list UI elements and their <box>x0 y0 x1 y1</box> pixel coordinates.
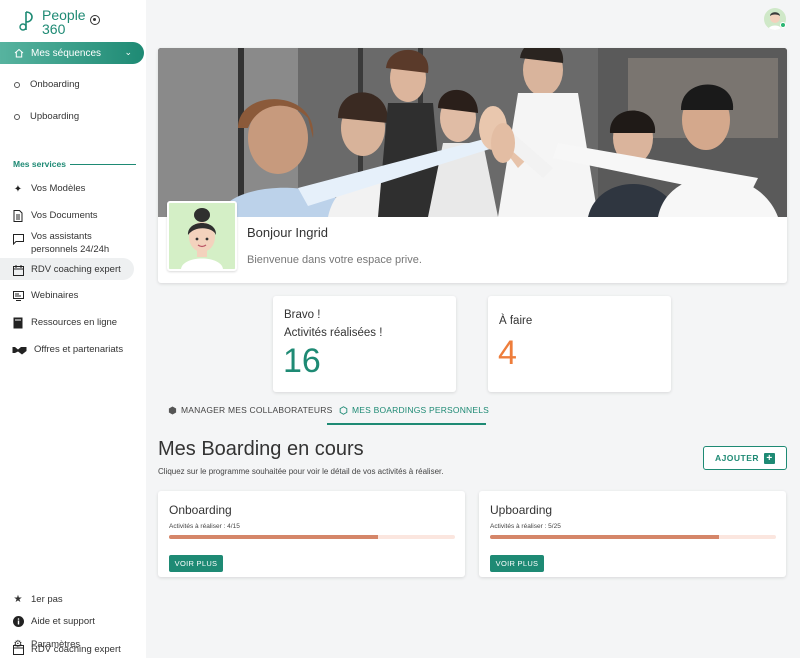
nav-sub-onboarding-label: Onboarding <box>30 79 80 90</box>
circle-icon <box>14 81 20 88</box>
hexagon-icon <box>168 405 177 415</box>
progress-bar <box>490 535 776 539</box>
section-mes-services: Mes services <box>13 159 66 169</box>
card-title: Onboarding <box>169 503 232 517</box>
nav-aide-support[interactable]: Aide et support <box>12 615 95 627</box>
nav-mes-sequences[interactable]: Mes séquences ⌄ <box>0 42 144 64</box>
nav-offres-label: Offres et partenariats <box>34 344 124 355</box>
add-button[interactable]: AJOUTER + <box>703 446 787 470</box>
nav-vos-modeles-label: Vos Modèles <box>31 183 86 194</box>
handshake-icon <box>12 344 27 356</box>
stat-completed-value: 16 <box>283 342 321 380</box>
nav-aide-support-label: Aide et support <box>31 615 95 627</box>
hero-card: Bonjour Ingrid Bienvenue dans votre espa… <box>158 48 787 283</box>
brand-logo[interactable]: People 360 <box>18 8 86 36</box>
brand-line1: People <box>42 7 86 23</box>
nav-rdv-coaching-bottom-label: RDV coaching expert <box>31 643 121 655</box>
chevron-down-icon: ⌄ <box>124 47 132 57</box>
sidebar: People 360 Mes séquences ⌄ Onboarding Up… <box>0 0 146 658</box>
eye-icon <box>90 15 100 25</box>
circle-icon <box>14 113 20 120</box>
tab-boardings-label: MES BOARDINGS PERSONNELS <box>352 405 490 415</box>
nav-ressources-label: Ressources en ligne <box>31 317 118 328</box>
stat-card-todo: À faire 4 <box>488 296 671 392</box>
nav-mes-sequences-label: Mes séquences <box>31 47 102 59</box>
home-icon <box>14 48 24 58</box>
nav-sub-upboarding[interactable]: Upboarding <box>14 111 79 122</box>
card-title: Upboarding <box>490 503 553 517</box>
nav-sub-onboarding[interactable]: Onboarding <box>14 79 80 90</box>
book-icon <box>12 317 24 329</box>
nav-premier-pas[interactable]: ★ 1er pas <box>12 593 63 605</box>
section-subtitle: Cliquez sur le programme souhaitée pour … <box>158 467 444 476</box>
active-tab-indicator <box>327 423 486 425</box>
section-divider <box>70 164 136 165</box>
progress-fill <box>490 535 719 539</box>
nav-offres[interactable]: Offres et partenariats <box>12 344 123 356</box>
add-button-label: AJOUTER <box>714 453 760 463</box>
brand-line2: 360 <box>42 21 66 37</box>
document-icon <box>12 210 24 222</box>
calendar-icon <box>12 264 24 276</box>
star-icon: ★ <box>13 593 23 605</box>
chat-icon <box>12 233 24 245</box>
profile-picture[interactable] <box>167 201 237 271</box>
info-icon <box>12 615 24 627</box>
stat-todo-value: 4 <box>498 334 517 372</box>
nav-vos-assistants[interactable]: Vos assistants personnels 24/24h <box>12 231 132 256</box>
voir-plus-button[interactable]: VOIR PLUS <box>169 555 223 572</box>
nav-vos-documents[interactable]: Vos Documents <box>12 210 98 222</box>
nav-webinaires-label: Webinaires <box>31 290 79 301</box>
progress-bar <box>169 535 455 539</box>
tab-manager-collaborateurs[interactable]: MANAGER MES COLLABORATEURS <box>168 405 332 415</box>
nav-rdv-coaching[interactable]: RDV coaching expert <box>12 264 121 276</box>
stat-completed-line1: Bravo ! <box>284 309 321 321</box>
nav-vos-modeles[interactable]: ✦ Vos Modèles <box>12 183 86 195</box>
nav-rdv-coaching-bottom[interactable]: RDV coaching expert <box>12 643 121 655</box>
stat-completed-line2: Activités réalisées ! <box>284 327 383 339</box>
nav-sub-upboarding-label: Upboarding <box>30 111 80 122</box>
calendar-icon <box>12 643 24 655</box>
avatar-illustration <box>169 203 235 269</box>
voir-plus-button[interactable]: VOIR PLUS <box>490 555 544 572</box>
nav-webinaires[interactable]: Webinaires <box>12 290 78 302</box>
section-title: Mes Boarding en cours <box>158 438 364 460</box>
boarding-card-upboarding[interactable]: Upboarding Activités à réaliser : 5/25 V… <box>479 491 786 577</box>
hexagon-icon <box>339 405 348 415</box>
logo-mark-icon <box>19 11 33 31</box>
online-status-dot <box>780 22 786 28</box>
team-photo-illustration <box>158 48 787 217</box>
greeting: Bonjour Ingrid <box>247 225 328 240</box>
screen-icon <box>12 290 24 302</box>
card-progress-text: Activités à réaliser : 5/25 <box>490 523 561 530</box>
boarding-card-onboarding[interactable]: Onboarding Activités à réaliser : 4/15 V… <box>158 491 465 577</box>
tab-mes-boardings[interactable]: MES BOARDINGS PERSONNELS <box>339 405 489 415</box>
team-photo <box>158 48 787 217</box>
nav-rdv-coaching-label: RDV coaching expert <box>31 264 121 275</box>
plus-icon: + <box>764 452 776 464</box>
stat-card-completed: Bravo ! Activités réalisées ! 16 <box>273 296 456 392</box>
nav-ressources[interactable]: Ressources en ligne <box>12 317 117 329</box>
tab-manager-label: MANAGER MES COLLABORATEURS <box>181 405 333 415</box>
nav-premier-pas-label: 1er pas <box>31 593 63 605</box>
sparkle-icon: ✦ <box>13 183 23 195</box>
card-progress-text: Activités à réaliser : 4/15 <box>169 523 240 530</box>
nav-vos-documents-label: Vos Documents <box>31 210 98 221</box>
nav-vos-assistants-label: Vos assistants personnels 24/24h <box>31 231 110 255</box>
welcome-text: Bienvenue dans votre espace prive. <box>247 254 422 266</box>
stat-todo-label: À faire <box>499 315 533 327</box>
progress-fill <box>169 535 378 539</box>
